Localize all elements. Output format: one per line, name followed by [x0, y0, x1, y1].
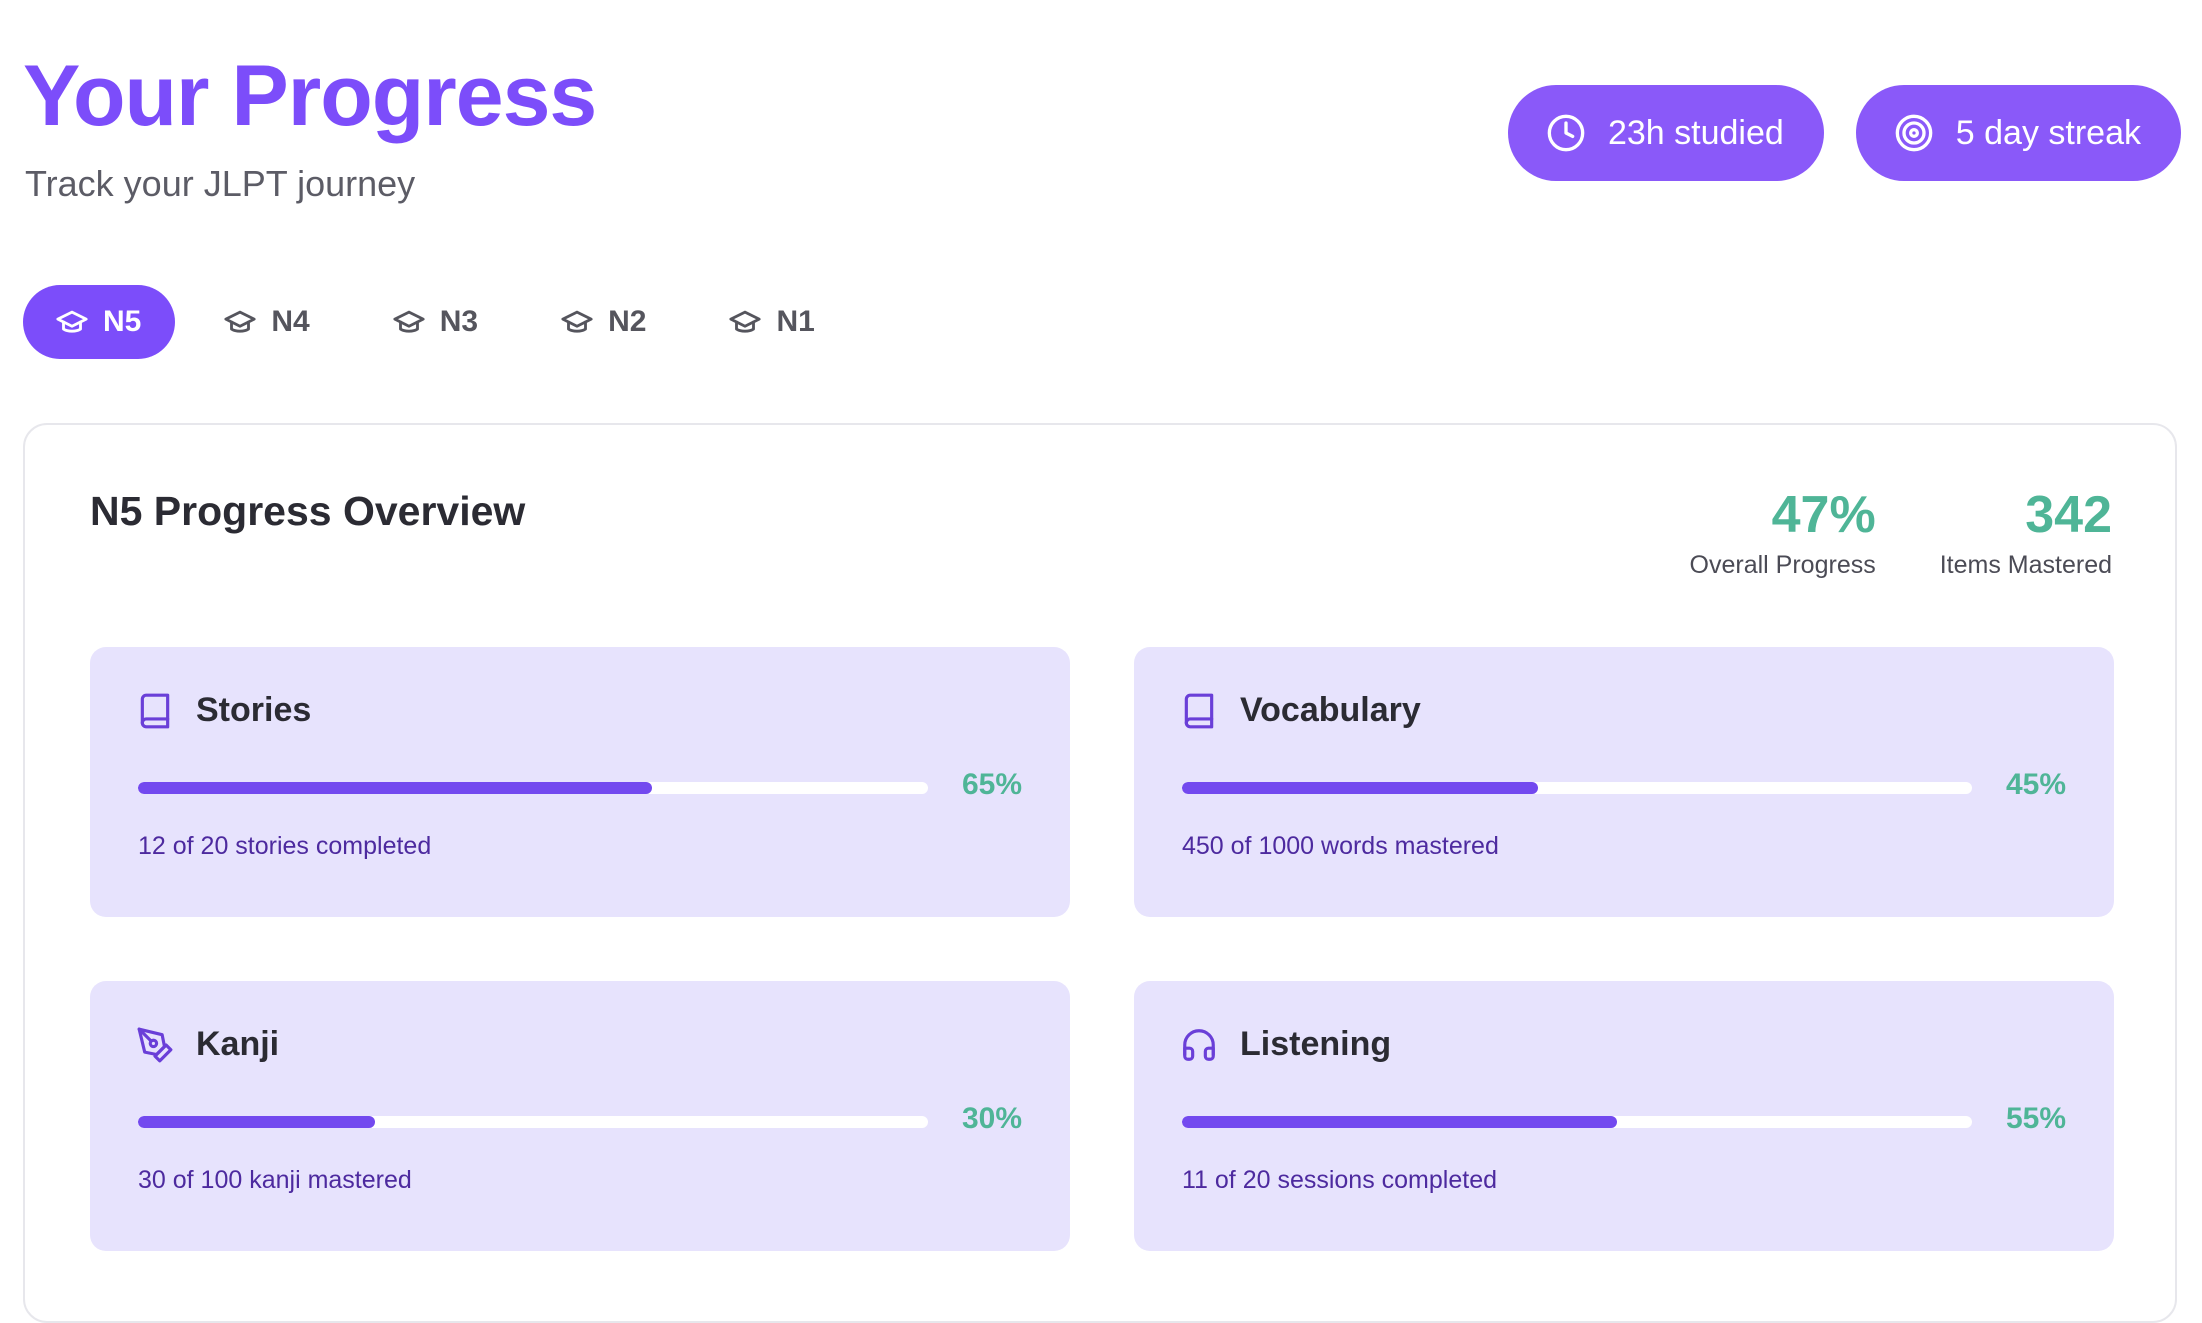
- category-percent: 45%: [2005, 768, 2066, 801]
- category-percent: 30%: [961, 1102, 1022, 1135]
- items-mastered-value: 342: [2025, 486, 2112, 544]
- category-header: Kanji: [136, 1025, 279, 1064]
- tab-label: N5: [103, 305, 142, 338]
- overall-progress-label: Overall Progress: [1689, 551, 1876, 579]
- category-header: Listening: [1180, 1025, 1391, 1064]
- category-name: Stories: [196, 691, 312, 729]
- overall-progress-stat: 47% Overall Progress: [1690, 485, 1876, 580]
- target-icon: [1894, 113, 1934, 153]
- category-detail: 30 of 100 kanji mastered: [138, 1166, 412, 1194]
- stories-card[interactable]: Stories 65% 12 of 20 stories completed: [90, 647, 1070, 917]
- tab-n2[interactable]: N2: [528, 285, 680, 359]
- study-stats: 23h studied 5 day streak: [1507, 85, 2181, 181]
- category-detail: 450 of 1000 words mastered: [1182, 832, 1499, 860]
- category-detail: 12 of 20 stories completed: [138, 832, 432, 860]
- category-grid: Stories 65% 12 of 20 stories completed V…: [90, 647, 2114, 1251]
- category-detail: 11 of 20 sessions completed: [1182, 1166, 1498, 1194]
- progress-bar: [1182, 782, 1972, 794]
- progress-fill: [138, 782, 652, 794]
- tab-label: N3: [439, 305, 479, 338]
- progress-fill: [1182, 1116, 1617, 1128]
- category-percent: 55%: [2005, 1102, 2066, 1135]
- tab-n3[interactable]: N3: [360, 285, 512, 359]
- level-tabs: N5 N4 N3 N2 N1: [23, 285, 849, 359]
- category-name: Listening: [1240, 1025, 1392, 1063]
- page-header: Your Progress Track your JLPT journey: [23, 48, 597, 206]
- overview-title: N5 Progress Overview: [90, 488, 526, 534]
- progress-overview-card: N5 Progress Overview 47% Overall Progres…: [23, 423, 2177, 1323]
- items-mastered-stat: 342 Items Mastered: [1940, 485, 2112, 580]
- graduation-cap-icon: [728, 305, 762, 339]
- headphones-icon: [1180, 1026, 1218, 1064]
- progress-bar: [138, 1116, 928, 1128]
- studied-time-label: 23h studied: [1607, 113, 1784, 152]
- summary-stats: 47% Overall Progress 342 Items Mastered: [1690, 485, 2112, 580]
- streak-badge[interactable]: 5 day streak: [1855, 85, 2181, 181]
- graduation-cap-icon: [223, 305, 257, 339]
- progress-bar: [1182, 1116, 1972, 1128]
- overall-progress-value: 47%: [1771, 486, 1876, 544]
- category-header: Vocabulary: [1180, 691, 1421, 730]
- category-header: Stories: [136, 691, 311, 730]
- listening-card[interactable]: Listening 55% 11 of 20 sessions complete…: [1134, 981, 2114, 1251]
- graduation-cap-icon: [392, 305, 426, 339]
- book-icon: [1180, 692, 1218, 730]
- category-name: Vocabulary: [1240, 691, 1421, 729]
- tab-label: N2: [608, 305, 647, 338]
- progress-bar: [138, 782, 928, 794]
- graduation-cap-icon: [55, 305, 89, 339]
- items-mastered-label: Items Mastered: [1939, 551, 2112, 579]
- graduation-cap-icon: [560, 305, 594, 339]
- book-icon: [136, 692, 174, 730]
- tab-n1[interactable]: N1: [696, 285, 848, 359]
- kanji-card[interactable]: Kanji 30% 30 of 100 kanji mastered: [90, 981, 1070, 1251]
- streak-label: 5 day streak: [1955, 113, 2141, 152]
- page-title: Your Progress: [23, 48, 597, 144]
- pen-tool-icon: [136, 1026, 174, 1064]
- tab-label: N1: [776, 305, 815, 338]
- vocabulary-card[interactable]: Vocabulary 45% 450 of 1000 words mastere…: [1134, 647, 2114, 917]
- tab-label: N4: [271, 305, 310, 338]
- category-name: Kanji: [196, 1025, 280, 1063]
- progress-fill: [1182, 782, 1538, 794]
- studied-time-badge[interactable]: 23h studied: [1507, 85, 1824, 181]
- tab-n4[interactable]: N4: [191, 285, 343, 359]
- progress-fill: [138, 1116, 375, 1128]
- page-subtitle: Track your JLPT journey: [25, 163, 416, 204]
- category-percent: 65%: [961, 768, 1022, 801]
- clock-icon: [1546, 113, 1586, 153]
- tab-n5[interactable]: N5: [23, 285, 176, 359]
